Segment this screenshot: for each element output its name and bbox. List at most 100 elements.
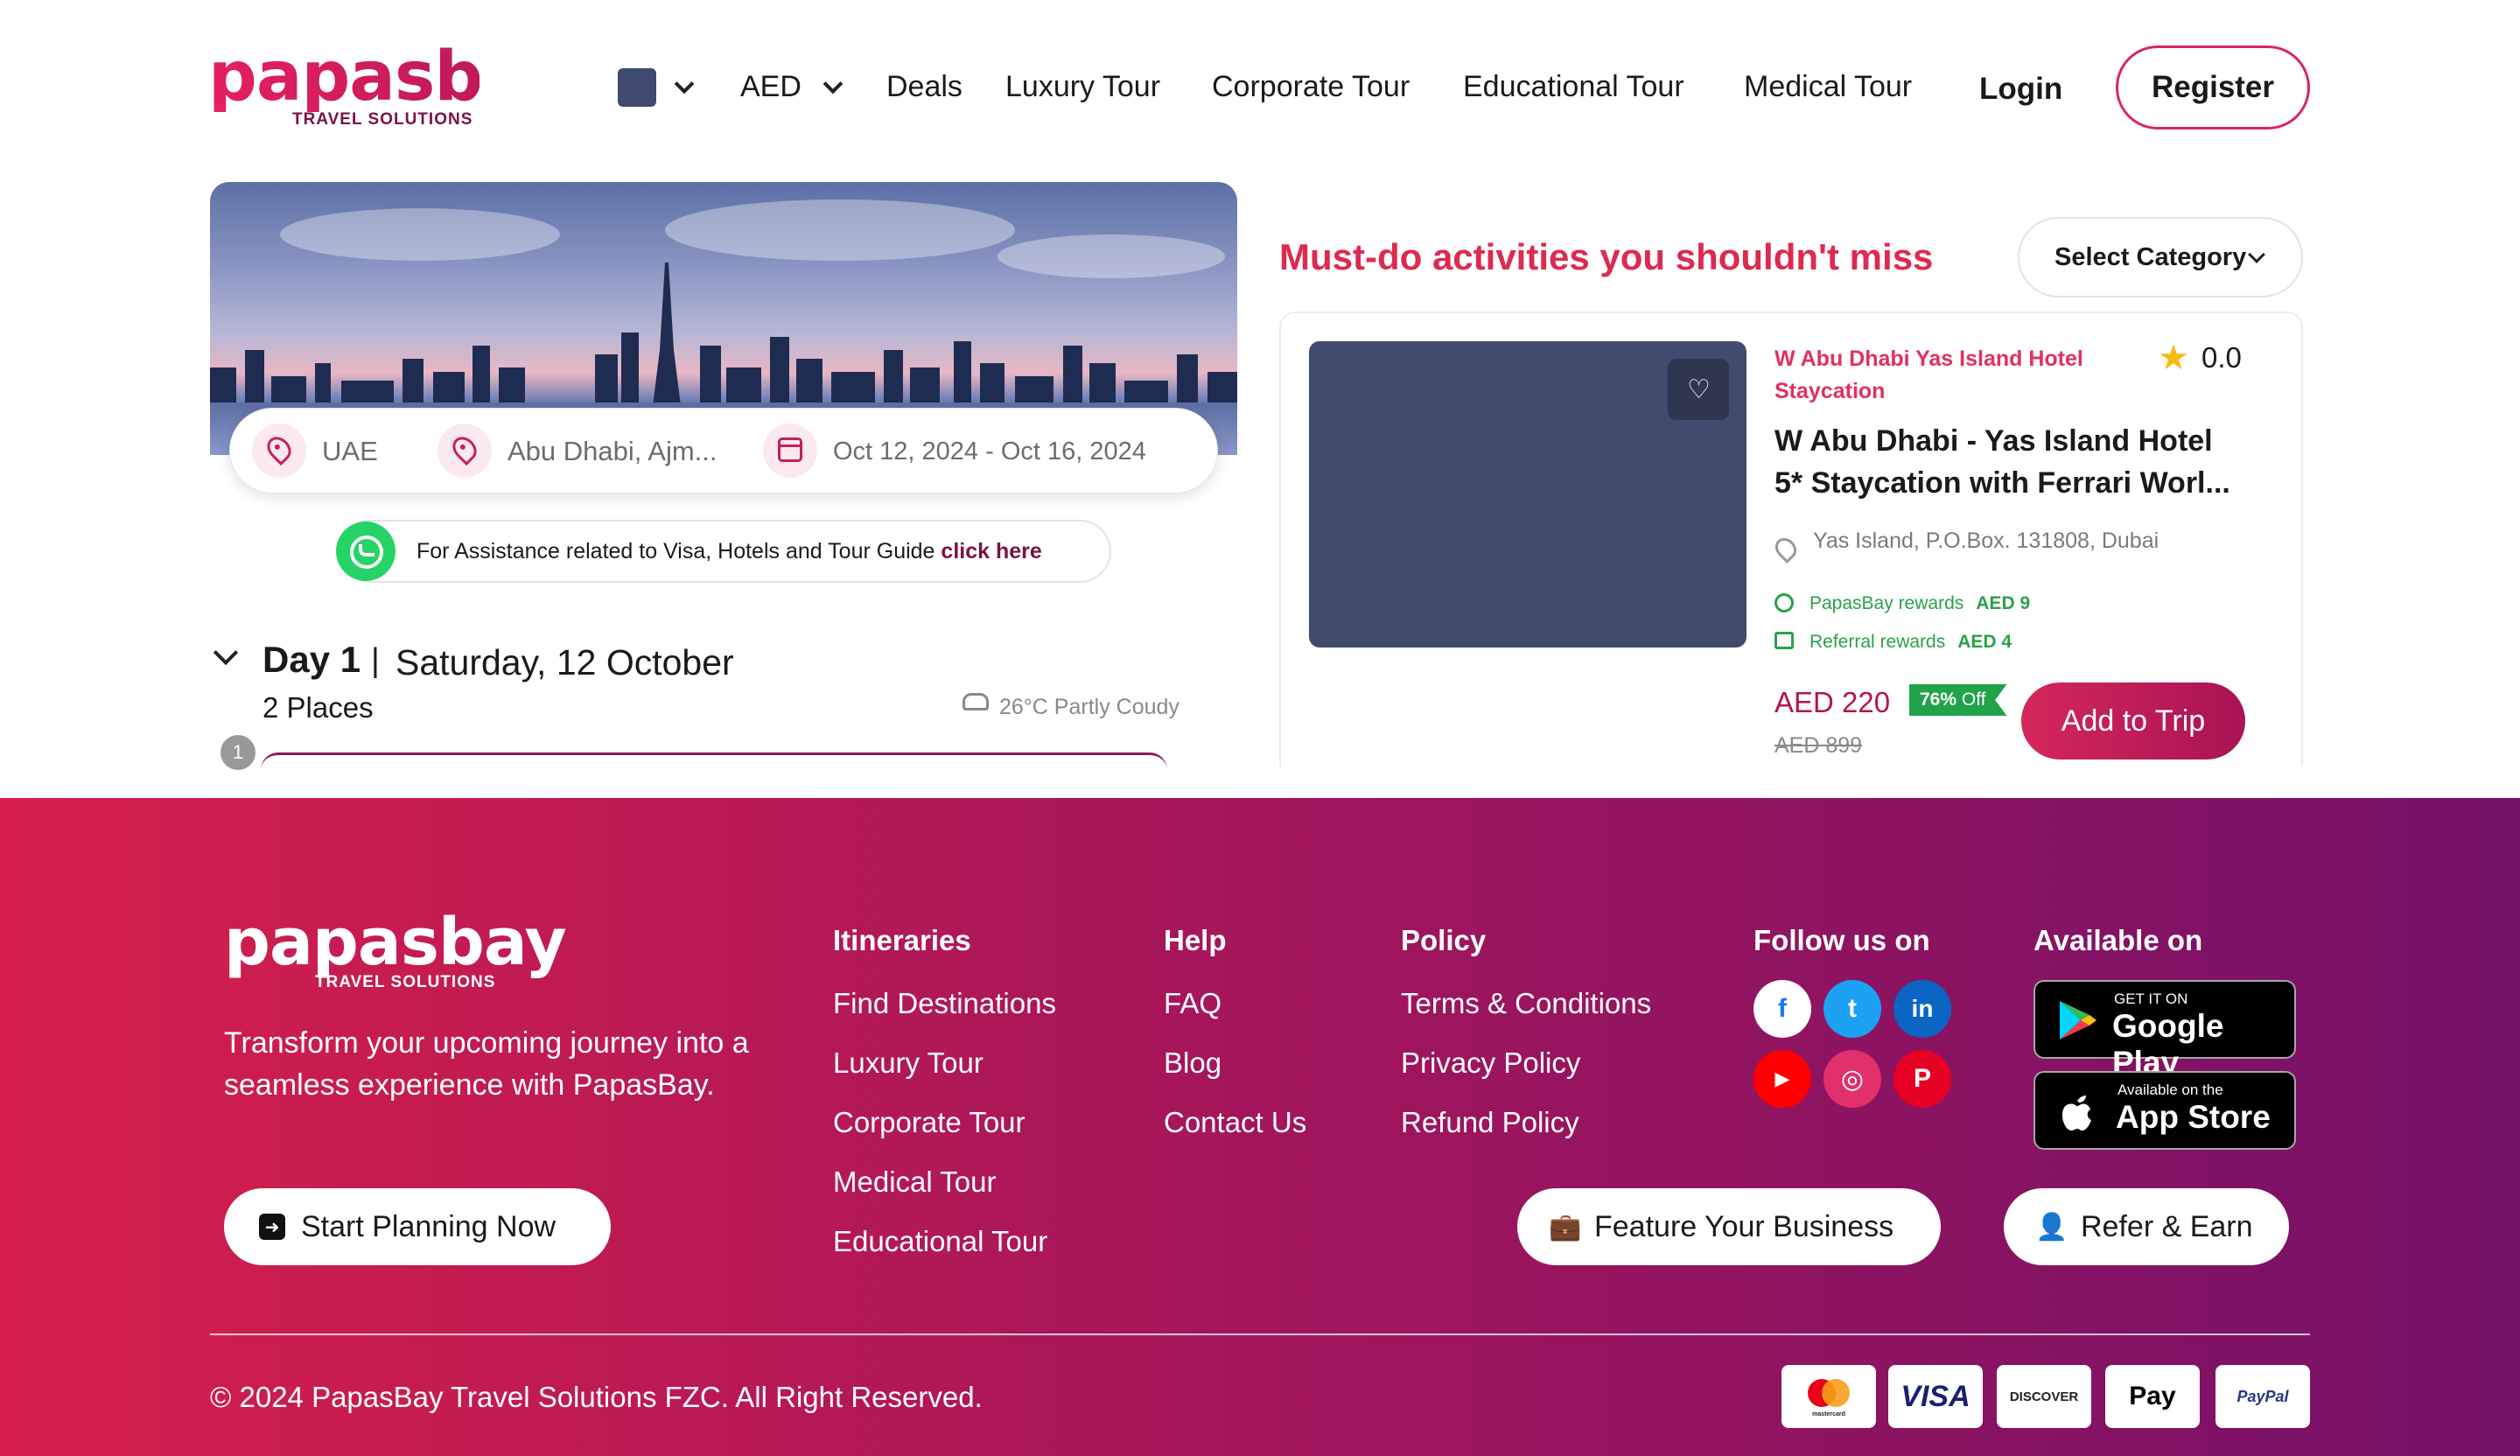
app-store-badge[interactable]: Available on the App Store <box>2034 1071 2296 1150</box>
pinterest-icon[interactable]: P <box>1894 1050 1951 1108</box>
apple-pay-icon: Pay <box>2105 1365 2200 1428</box>
refer-earn-label: Refer & Earn <box>2081 1209 2253 1243</box>
follow-heading: Follow us on <box>1754 924 1930 956</box>
day-places-count: 2 Places <box>262 691 374 724</box>
logo-tagline: TRAVEL SOLUTIONS <box>292 110 473 129</box>
activity-title[interactable]: W Abu Dhabi - Yas Island Hotel 5* Stayca… <box>1774 420 2247 504</box>
youtube-icon[interactable]: ▶ <box>1754 1050 1811 1108</box>
referral-rewards-label: Referral rewards <box>1810 632 1946 652</box>
footer-logo[interactable]: papasbay TRAVEL SOLUTIONS <box>224 905 567 991</box>
logo-wordmark: papasbay <box>208 38 570 116</box>
star-icon: ★ <box>2158 339 2189 377</box>
papasbay-logo[interactable]: papasbay TRAVEL SOLUTIONS <box>208 38 570 135</box>
help-heading: Help <box>1164 924 1227 956</box>
chevron-down-icon[interactable] <box>674 74 695 94</box>
footer-link-faq[interactable]: FAQ <box>1164 987 1222 1020</box>
referral-rewards: Referral rewards AED 4 <box>1810 632 2012 653</box>
visa-icon: VISA <box>1888 1365 1983 1428</box>
language-flag[interactable] <box>618 68 656 107</box>
footer-logo-tagline: TRAVEL SOLUTIONS <box>315 973 496 991</box>
assistance-link[interactable]: click here <box>941 539 1041 564</box>
category-select-label[interactable]: Select Category <box>2054 243 2246 272</box>
activity-rating: 0.0 <box>2202 341 2242 374</box>
assistance-text: For Assistance related to Visa, Hotels a… <box>416 539 1042 564</box>
footer-link-contact-us[interactable]: Contact Us <box>1164 1106 1306 1139</box>
app-store-big: App Store <box>2116 1099 2271 1135</box>
partly-cloudy-icon <box>962 693 989 710</box>
footer-link-find-destinations[interactable]: Find Destinations <box>833 987 1056 1020</box>
footer-link-refund[interactable]: Refund Policy <box>1401 1106 1579 1139</box>
chevron-down-icon[interactable] <box>213 640 239 666</box>
start-planning-label: Start Planning Now <box>301 1209 556 1243</box>
nav-educational-tour[interactable]: Educational Tour <box>1463 70 1684 104</box>
instagram-icon[interactable]: ◎ <box>1824 1050 1881 1108</box>
policy-heading: Policy <box>1401 924 1487 956</box>
activity-old-price: AED 899 <box>1774 733 1863 758</box>
feature-business-button[interactable]: 💼 Feature Your Business <box>1517 1188 1941 1265</box>
papasbay-rewards-amount: AED 9 <box>1976 593 2031 613</box>
currency-selector[interactable]: AED <box>740 70 802 104</box>
footer-link-privacy[interactable]: Privacy Policy <box>1401 1046 1580 1080</box>
footer-link-educational-tour[interactable]: Educational Tour <box>833 1225 1047 1258</box>
header: papasbay TRAVEL SOLUTIONS AED Deals Luxu… <box>0 0 2520 175</box>
footer-link-corporate-tour[interactable]: Corporate Tour <box>833 1106 1026 1139</box>
footer-link-blog[interactable]: Blog <box>1164 1046 1222 1080</box>
favorite-button[interactable]: ♡ <box>1668 359 1729 420</box>
discount-percent: 76% <box>1920 690 1957 710</box>
add-user-icon: 👤 <box>2035 1212 2068 1242</box>
twitter-icon[interactable]: t <box>1824 980 1881 1038</box>
stop-number-badge: 1 <box>220 735 256 770</box>
page: papasbay TRAVEL SOLUTIONS AED Deals Luxu… <box>0 0 2520 1456</box>
itineraries-heading: Itineraries <box>833 924 971 956</box>
calendar-icon <box>763 424 817 478</box>
linkedin-icon[interactable]: in <box>1894 980 1951 1038</box>
nav-corporate-tour[interactable]: Corporate Tour <box>1212 70 1410 104</box>
mastercard-icon: mastercard <box>1782 1365 1876 1428</box>
city-skyline <box>210 262 1237 420</box>
country-field[interactable]: UAE <box>322 436 378 467</box>
add-to-trip-button[interactable]: Add to Trip <box>2021 682 2245 760</box>
arrow-right-icon: ➜ <box>259 1214 285 1240</box>
login-link[interactable]: Login <box>1979 72 2062 107</box>
mastercard-label: mastercard <box>1812 1411 1845 1418</box>
reward-icon <box>1774 593 1794 612</box>
paypal-icon: PayPal <box>2216 1365 2310 1428</box>
papasbay-rewards-label: PapasBay rewards <box>1810 593 1964 613</box>
dates-field[interactable]: Oct 12, 2024 - Oct 16, 2024 <box>833 438 1146 466</box>
discover-icon: DISCOVER <box>1997 1365 2091 1428</box>
apple-icon <box>2062 1096 2091 1130</box>
location-pin-icon <box>252 424 306 478</box>
nav-luxury-tour[interactable]: Luxury Tour <box>1005 70 1160 104</box>
papasbay-rewards: PapasBay rewards AED 9 <box>1810 593 2030 614</box>
feature-business-label: Feature Your Business <box>1594 1209 1894 1243</box>
activities-heading: Must-do activities you shouldn't miss <box>1279 236 1934 277</box>
nav-medical-tour[interactable]: Medical Tour <box>1744 70 1912 104</box>
register-button[interactable]: Register <box>2116 46 2310 130</box>
activity-location: Yas Island, P.O.Box. 131808, Dubai <box>1813 528 2160 553</box>
briefcase-icon: 💼 <box>1549 1212 1582 1242</box>
google-play-badge[interactable]: GET IT ON Google Play <box>2034 980 2296 1081</box>
footer-description: Transform your upcoming journey into a s… <box>224 1026 749 1102</box>
copyright-text: © 2024 PapasBay Travel Solutions FZC. Al… <box>210 1381 983 1413</box>
footer-link-terms[interactable]: Terms & Conditions <box>1401 987 1651 1020</box>
chevron-down-icon[interactable] <box>822 74 844 94</box>
weather-text: 26°C Partly Coudy <box>999 695 1180 719</box>
day-title: Day 1 <box>262 639 361 680</box>
activity-subtitle: W Abu Dhabi Yas Island Hotel Staycation <box>1774 346 2083 403</box>
facebook-icon[interactable]: f <box>1754 980 1811 1038</box>
refer-earn-button[interactable]: 👤 Refer & Earn <box>2004 1188 2289 1265</box>
start-planning-button[interactable]: ➜ Start Planning Now <box>224 1188 611 1265</box>
available-heading: Available on <box>2034 924 2203 956</box>
footer-link-luxury-tour[interactable]: Luxury Tour <box>833 1046 984 1080</box>
gift-icon <box>1774 632 1794 649</box>
heart-icon: ♡ <box>1687 375 1711 404</box>
footer-divider <box>210 1334 2310 1335</box>
cities-field[interactable]: Abu Dhabi, Ajm... <box>508 436 718 467</box>
assistance-label: For Assistance related to Visa, Hotels a… <box>416 539 935 564</box>
whatsapp-icon[interactable] <box>336 522 396 581</box>
activity-price: AED 220 <box>1774 686 1891 718</box>
footer-link-medical-tour[interactable]: Medical Tour <box>833 1166 996 1199</box>
nav-deals[interactable]: Deals <box>886 70 962 104</box>
referral-rewards-amount: AED 4 <box>1957 632 2012 652</box>
footer-logo-wordmark: papasbay <box>224 905 567 980</box>
